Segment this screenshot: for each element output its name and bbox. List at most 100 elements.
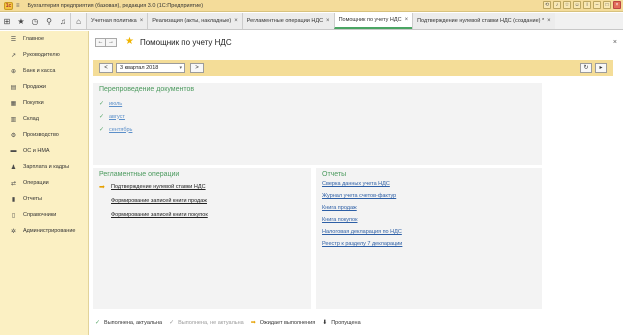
check-grey-icon: ✓ [169, 320, 175, 326]
tab-close-icon[interactable]: × [326, 18, 330, 24]
tab-vat-operations[interactable]: Регламентные операции НДС × [241, 13, 334, 29]
close-window-icon[interactable]: × [613, 1, 621, 9]
close-form-icon[interactable]: × [613, 39, 617, 46]
home-tab-icon[interactable]: ⌂ [70, 13, 86, 29]
legend-done-actual: Выполнена, актуальна [104, 319, 163, 326]
minimize-icon[interactable]: – [593, 1, 601, 9]
sidebar-item-label: Главное [23, 36, 45, 42]
sidebar-item-purchases[interactable]: ▦ Покупки [0, 95, 88, 111]
warehouse-icon: ▥ [10, 116, 17, 123]
check-green-icon: ✓ [95, 320, 101, 326]
sidebar-item-catalogs[interactable]: ▯ Справочники [0, 207, 88, 223]
list-item: ✓ сентябрь [99, 123, 536, 136]
sidebar-item-production[interactable]: ⚙ Производство [0, 127, 88, 143]
tab-bar: ⊞ ★ ◷ ⚲ ♫ ⌂ Учетная политика × Реализаци… [0, 13, 623, 30]
reposting-title: Перепроведение документов [99, 86, 195, 93]
report-link[interactable]: Сверка данных учета НДС [322, 181, 536, 193]
list-item: ➡ Подтверждение нулевой ставки НДС [99, 180, 305, 194]
info-icon[interactable]: i [583, 1, 591, 9]
history-icon[interactable]: ⟲ [543, 1, 551, 9]
sidebar-item-salary[interactable]: ♟ Зарплата и кадры [0, 159, 88, 175]
operation-link[interactable]: Формирование записей книги покупок [111, 212, 208, 218]
check-icon: ✓ [99, 101, 105, 107]
report-link[interactable]: Реестр к разделу 7 декларации [322, 241, 536, 253]
sidebar-item-sales[interactable]: ▤ Продажи [0, 79, 88, 95]
operations-icon: ⇄ [10, 180, 17, 187]
sidebar-item-manager[interactable]: ↗ Руководителю [0, 47, 88, 63]
month-link[interactable]: август [109, 114, 125, 120]
tab-close-icon[interactable]: × [234, 18, 238, 24]
app-logo-icon[interactable]: 1c [4, 1, 13, 10]
period-select[interactable]: 3 квартал 2018 ▾ [116, 63, 185, 73]
tab-accounting-policy[interactable]: Учетная политика × [86, 13, 148, 29]
operations-list: ➡ Подтверждение нулевой ставки НДС Форми… [99, 180, 305, 222]
sidebar-item-label: Продажи [23, 84, 46, 90]
sidebar-item-label: ОС и НМА [23, 148, 50, 154]
maximize-icon[interactable]: □ [603, 1, 611, 9]
tab-label: Помощник по учету НДС [338, 17, 402, 23]
waiting-arrow-icon: ➡ [250, 320, 256, 326]
sidebar-item-admin[interactable]: ✲ Администрирование [0, 223, 88, 239]
sidebar-item-main[interactable]: ☰ Главное [0, 31, 88, 47]
history-clock-icon[interactable]: ◷ [28, 13, 42, 29]
favorite-star-icon[interactable]: ★ [125, 37, 134, 47]
tab-close-icon[interactable]: × [405, 17, 409, 23]
forward-button[interactable]: → [106, 37, 117, 47]
report-link[interactable]: Книга покупок [322, 217, 536, 229]
month-link[interactable]: сентябрь [109, 127, 132, 133]
dropdown-arrow-icon[interactable]: ▾ [179, 64, 182, 72]
window-controls: ⟲ ♪ ☆ ☺ i – □ × [543, 1, 621, 9]
waiting-arrow-icon: ➡ [99, 184, 105, 191]
tab-zero-rate-confirmation[interactable]: Подтверждение нулевой ставки НДС (создан… [412, 13, 555, 29]
sidebar-item-label: Производство [23, 132, 59, 138]
search-icon[interactable]: ⚲ [42, 13, 56, 29]
user-icon[interactable]: ☺ [573, 1, 581, 9]
sidebar-item-warehouse[interactable]: ▥ Склад [0, 111, 88, 127]
window-title: Бухгалтерия предприятия (базовая), редак… [27, 2, 204, 9]
list-item: ✓ август [99, 110, 536, 123]
legend-done-not-actual: Выполнена, не актуальна [178, 319, 244, 326]
operation-link[interactable]: Формирование записей книги продаж [111, 198, 207, 204]
star-icon[interactable]: ☆ [563, 1, 571, 9]
check-icon: ✓ [99, 127, 105, 133]
list-item: Формирование записей книги покупок [99, 208, 305, 222]
tab-close-icon[interactable]: × [547, 18, 551, 24]
back-button[interactable]: ← [95, 37, 106, 47]
period-prev-button[interactable]: < [99, 63, 113, 73]
sidebar-item-label: Покупки [23, 100, 44, 106]
reports-title: Отчеты [322, 171, 347, 178]
sidebar-item-label: Руководителю [23, 52, 60, 58]
period-next-button[interactable]: > [190, 63, 204, 73]
main-menu-icon[interactable]: ≡ [16, 3, 20, 9]
settings-icon[interactable]: ▸ [595, 63, 607, 73]
bank-icon: ⊕ [10, 68, 17, 75]
tab-sales[interactable]: Реализация (акты, накладные) × [147, 13, 242, 29]
period-bar-actions: ↻ ▸ [580, 63, 607, 73]
reposting-panel: Перепроведение документов ✓ июль ✓ авгус… [93, 83, 542, 165]
tab-label: Реализация (акты, накладные) [152, 18, 232, 24]
sidebar-item-label: Операции [23, 180, 49, 186]
sidebar-item-reports[interactable]: ▮ Отчеты [0, 191, 88, 207]
notifications-bell-icon[interactable]: ♫ [56, 13, 70, 29]
sidebar-item-bank[interactable]: ⊕ Банк и касса [0, 63, 88, 79]
period-value: 3 квартал 2018 [120, 65, 159, 71]
sidebar-item-operations[interactable]: ⇄ Операции [0, 175, 88, 191]
tab-close-icon[interactable]: × [140, 18, 144, 24]
tab-vat-assistant[interactable]: Помощник по учету НДС × [333, 13, 413, 29]
operation-link[interactable]: Подтверждение нулевой ставки НДС [111, 184, 206, 190]
favorites-star-icon[interactable]: ★ [14, 13, 28, 29]
gear-icon: ✲ [10, 228, 17, 235]
truck-icon: ▬ [10, 148, 17, 154]
reposting-list: ✓ июль ✓ август ✓ сентябрь [99, 97, 536, 136]
bell-icon[interactable]: ♪ [553, 1, 561, 9]
report-link[interactable]: Книга продаж [322, 205, 536, 217]
apps-grid-icon[interactable]: ⊞ [0, 13, 14, 29]
report-link[interactable]: Налоговая декларация по НДС [322, 229, 536, 241]
menu-icon: ☰ [10, 36, 17, 43]
factory-icon: ⚙ [10, 132, 17, 139]
sidebar-item-label: Зарплата и кадры [23, 164, 70, 170]
month-link[interactable]: июль [109, 101, 122, 107]
report-link[interactable]: Журнал учета счетов-фактур [322, 193, 536, 205]
sidebar-item-assets[interactable]: ▬ ОС и НМА [0, 143, 88, 159]
refresh-icon[interactable]: ↻ [580, 63, 592, 73]
